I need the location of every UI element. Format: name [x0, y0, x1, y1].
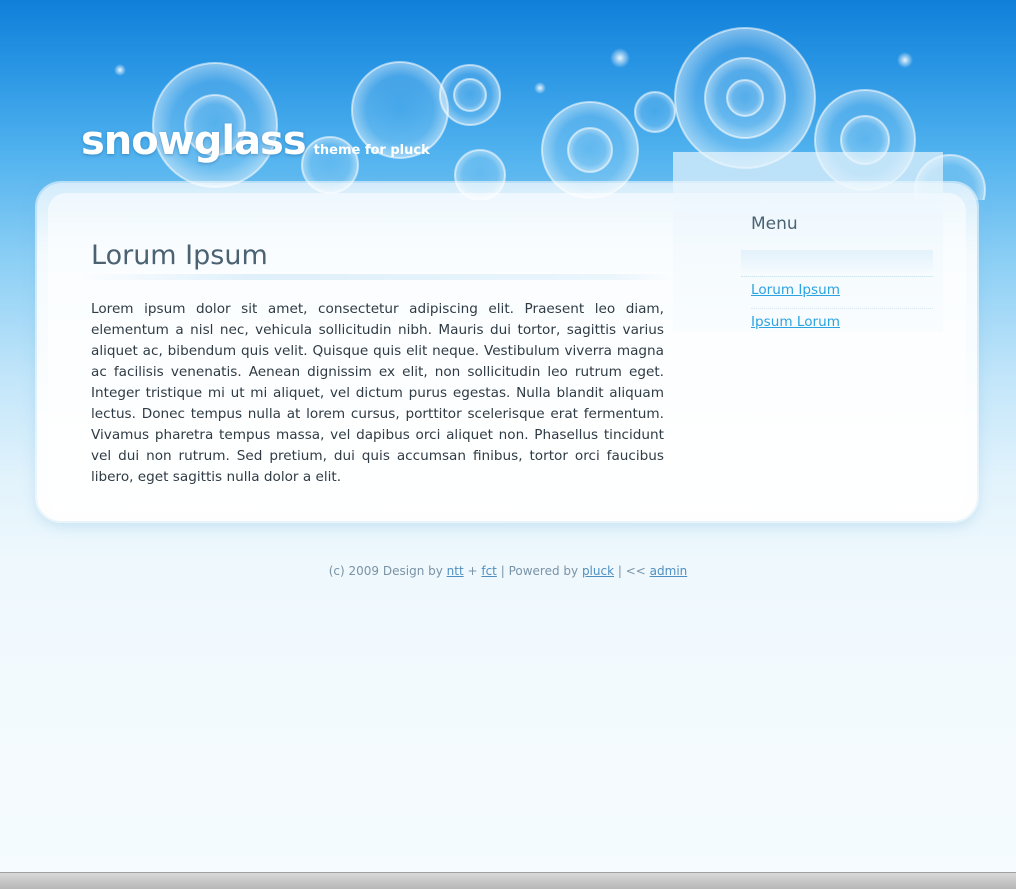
menu-title: Menu: [751, 214, 798, 234]
footer-link-fct[interactable]: fct: [481, 564, 497, 578]
footer-powered-by: | Powered by: [496, 564, 582, 578]
window-bottom-bar: [0, 872, 1016, 889]
footer-copyright: (c) 2009 Design by: [328, 564, 447, 578]
menu-item: Lorum Ipsum: [751, 277, 933, 309]
footer-link-pluck[interactable]: pluck: [582, 564, 614, 578]
footer-link-ntt[interactable]: ntt: [447, 564, 464, 578]
menu-item: Ipsum Lorum: [751, 309, 933, 340]
menu-link-ipsum-lorum[interactable]: Ipsum Lorum: [751, 314, 840, 330]
title-divider: [81, 274, 671, 280]
logo-title: snowglass: [81, 118, 307, 164]
page-body-text: Lorem ipsum dolor sit amet, consectetur …: [91, 301, 664, 485]
menu-list: Lorum Ipsum Ipsum Lorum: [751, 277, 936, 340]
page-title: Lorum Ipsum: [91, 240, 268, 271]
main-content: Lorum Ipsum Lorem ipsum dolor sit amet, …: [81, 238, 671, 502]
site-logo[interactable]: snowglass theme for pluck: [81, 118, 430, 164]
footer-plus: +: [463, 564, 482, 578]
site-footer: (c) 2009 Design by ntt + fct | Powered b…: [0, 561, 1016, 581]
logo-tagline: theme for pluck: [313, 143, 430, 158]
menu-link-lorum-ipsum[interactable]: Lorum Ipsum: [751, 282, 840, 298]
footer-link-admin[interactable]: admin: [650, 564, 688, 578]
sidebar-menu: Menu Lorum Ipsum Ipsum Lorum: [741, 212, 936, 340]
footer-separator: | <<: [614, 564, 650, 578]
menu-divider: [741, 250, 933, 277]
